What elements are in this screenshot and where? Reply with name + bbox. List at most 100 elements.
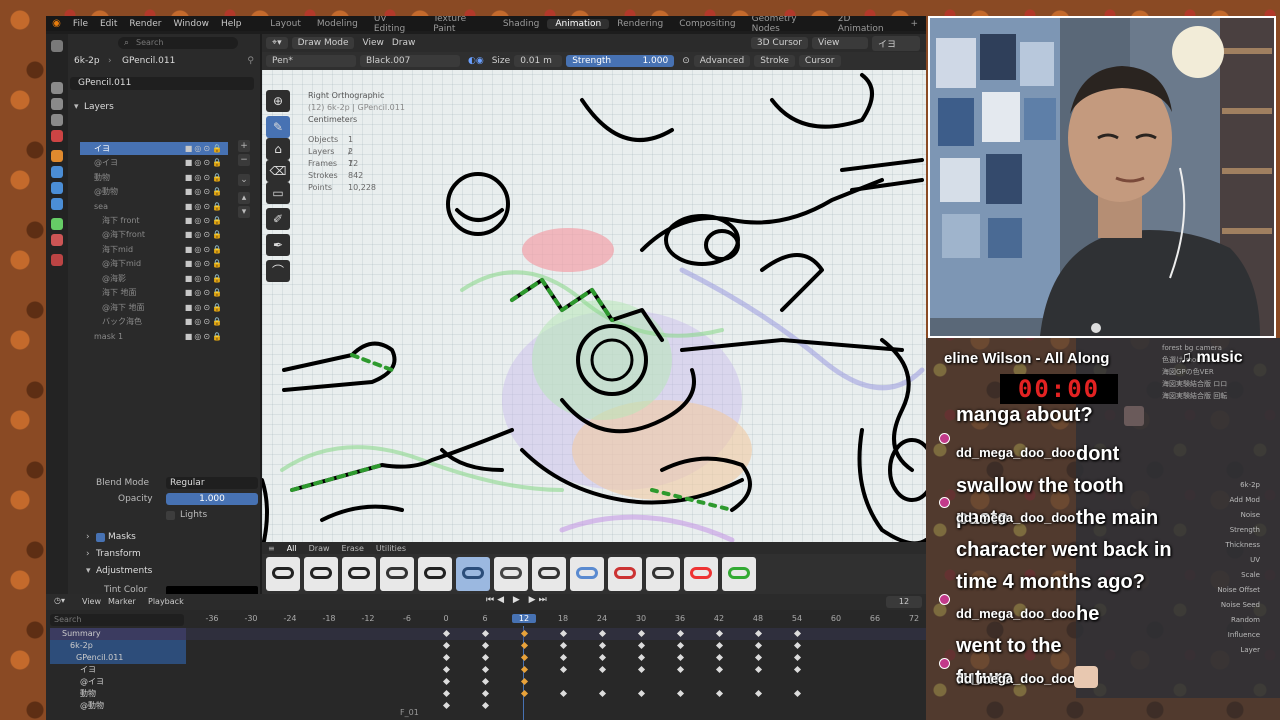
drawing-canvas[interactable]: [262, 70, 926, 554]
brush-select[interactable]: Pen*: [266, 55, 356, 67]
keyframe-diamond[interactable]: [754, 641, 763, 650]
scene-tab-icon[interactable]: [51, 130, 63, 142]
tool-tab-icon[interactable]: [51, 40, 63, 52]
workspace-tab-texture-paint[interactable]: Texture Paint: [425, 16, 495, 34]
layer-row[interactable]: @動物 ■◎⊙🔒: [80, 185, 228, 198]
channel-row[interactable]: イヨ: [50, 664, 186, 676]
keyframe-diamond[interactable]: [598, 629, 607, 638]
keyframe-diamond[interactable]: [676, 689, 685, 698]
workspace-tab-layout[interactable]: Layout: [262, 19, 309, 29]
brush-asset-thumbnail[interactable]: [570, 557, 604, 591]
view-menu[interactable]: View: [362, 38, 383, 48]
layer-row[interactable]: @海下front ■◎⊙🔒: [80, 228, 228, 241]
keyframe-diamond[interactable]: [442, 653, 451, 662]
current-frame-field[interactable]: 12: [886, 596, 922, 608]
brush-asset-thumbnail[interactable]: [608, 557, 642, 591]
layer-visibility-lock-icons[interactable]: ■◎⊙🔒: [185, 185, 224, 198]
layer-specials-button[interactable]: ⌄: [238, 174, 250, 186]
keyframe-diamond[interactable]: [520, 653, 529, 662]
draw-tool-icon[interactable]: ✎: [266, 116, 290, 138]
data-name-field[interactable]: GPencil.011: [68, 76, 254, 90]
keyframe-diamond[interactable]: [715, 665, 724, 674]
brush-asset-thumbnail[interactable]: [304, 557, 338, 591]
layer-row[interactable]: mask 1 ■◎⊙🔒: [80, 330, 228, 343]
timeline-view-menu[interactable]: View: [82, 597, 101, 606]
keyframe-diamond[interactable]: [598, 653, 607, 662]
grease-pencil-viewport[interactable]: ⌖▾ Draw Mode View Draw 3D Cursor View イヨ…: [262, 34, 926, 554]
keyframe-diamond[interactable]: [793, 689, 802, 698]
keyframe-diamond[interactable]: [481, 629, 490, 638]
cursor-tool-icon[interactable]: ⊕: [266, 90, 290, 112]
workspace-tab-modeling[interactable]: Modeling: [309, 19, 366, 29]
keyframe-diamond[interactable]: [442, 677, 451, 686]
layer-row[interactable]: @海影 ■◎⊙🔒: [80, 272, 228, 285]
channel-row[interactable]: 動物: [50, 688, 186, 700]
workspace-tab-uv-editing[interactable]: UV Editing: [366, 16, 425, 34]
strength-slider[interactable]: Strength 1.000: [566, 55, 675, 67]
mode-select[interactable]: Draw Mode: [291, 37, 355, 49]
workspace-tab-rendering[interactable]: Rendering: [609, 19, 671, 29]
workspace-tab-2d-animation[interactable]: 2D Animation: [830, 16, 903, 34]
brush-tab-erase[interactable]: Erase: [336, 544, 370, 553]
layer-visibility-lock-icons[interactable]: ■◎⊙🔒: [185, 228, 224, 241]
layer-row[interactable]: 海下mid ■◎⊙🔒: [80, 243, 228, 256]
layer-visibility-lock-icons[interactable]: ■◎⊙🔒: [185, 301, 224, 314]
menu-help[interactable]: Help: [215, 19, 248, 29]
erase-tool-icon[interactable]: ⌫: [266, 160, 290, 182]
layer-visibility-lock-icons[interactable]: ■◎⊙🔒: [185, 214, 224, 227]
keyframe-diamond[interactable]: [481, 677, 490, 686]
keyframe-diamond[interactable]: [793, 665, 802, 674]
keyframe-diamond[interactable]: [520, 665, 529, 674]
move-layer-down-button[interactable]: ▾: [238, 206, 250, 218]
keyframe-diamond[interactable]: [676, 653, 685, 662]
layer-visibility-lock-icons[interactable]: ■◎⊙🔒: [185, 272, 224, 285]
render-tab-icon[interactable]: [51, 82, 63, 94]
keyframe-diamond[interactable]: [442, 629, 451, 638]
layer-visibility-lock-icons[interactable]: ■◎⊙🔒: [185, 156, 224, 169]
layer-dropdown[interactable]: イヨ: [872, 35, 920, 51]
brush-asset-thumbnail[interactable]: [646, 557, 680, 591]
layer-row[interactable]: バック海色 ■◎⊙🔒: [80, 315, 228, 328]
keyframe-diamond[interactable]: [481, 701, 490, 710]
opacity-slider[interactable]: 1.000: [166, 493, 258, 505]
brush-asset-thumbnail[interactable]: [684, 557, 718, 591]
blend-mode-select[interactable]: Regular: [166, 477, 258, 489]
brush-asset-thumbnail[interactable]: [342, 557, 376, 591]
channel-search[interactable]: Search: [50, 614, 184, 626]
material-select[interactable]: Black.007: [360, 55, 460, 67]
layer-visibility-lock-icons[interactable]: ■◎⊙🔒: [185, 243, 224, 256]
layer-row[interactable]: 動物 ■◎⊙🔒: [80, 171, 228, 184]
layer-row[interactable]: 海下 地面 ■◎⊙🔒: [80, 286, 228, 299]
brush-tab-all[interactable]: All: [281, 544, 303, 553]
keyframe-diamond[interactable]: [793, 641, 802, 650]
draw-menu[interactable]: Draw: [392, 38, 416, 48]
masks-panel-header[interactable]: › Masks: [68, 530, 254, 544]
brush-tab-utilities[interactable]: Utilities: [370, 544, 412, 553]
layer-visibility-lock-icons[interactable]: ■◎⊙🔒: [185, 330, 224, 343]
timeline-marker-menu[interactable]: Marker: [108, 597, 136, 606]
keyframe-diamond[interactable]: [715, 653, 724, 662]
keyframe-diamond[interactable]: [793, 629, 802, 638]
workspace-tab-shading[interactable]: Shading: [495, 19, 548, 29]
remove-layer-button[interactable]: −: [238, 154, 250, 166]
layers-panel-header[interactable]: ▾ Layers: [68, 100, 254, 114]
brush-asset-thumbnail[interactable]: [532, 557, 566, 591]
add-workspace-button[interactable]: +: [902, 19, 926, 29]
keyframe-diamond[interactable]: [598, 689, 607, 698]
layer-visibility-lock-icons[interactable]: ■◎⊙🔒: [185, 257, 224, 270]
menu-render[interactable]: Render: [123, 19, 167, 29]
brush-tab-draw[interactable]: Draw: [303, 544, 336, 553]
channel-row[interactable]: @イヨ: [50, 676, 186, 688]
brush-asset-thumbnail[interactable]: [380, 557, 414, 591]
keyframe-diamond[interactable]: [754, 665, 763, 674]
layer-row[interactable]: @海下 地面 ■◎⊙🔒: [80, 301, 228, 314]
keyframe-diamond[interactable]: [754, 629, 763, 638]
keyframe-diamond[interactable]: [754, 689, 763, 698]
layer-row[interactable]: イヨ ■◎⊙🔒: [80, 142, 228, 155]
view-dropdown[interactable]: View: [812, 37, 868, 49]
fill-tool-icon[interactable]: ⌂: [266, 138, 290, 160]
blender-logo-icon[interactable]: ◉: [50, 17, 63, 31]
advanced-dropdown[interactable]: Advanced: [693, 55, 751, 67]
hamburger-icon[interactable]: ≡: [262, 544, 281, 553]
keyframe-diamond[interactable]: [715, 629, 724, 638]
